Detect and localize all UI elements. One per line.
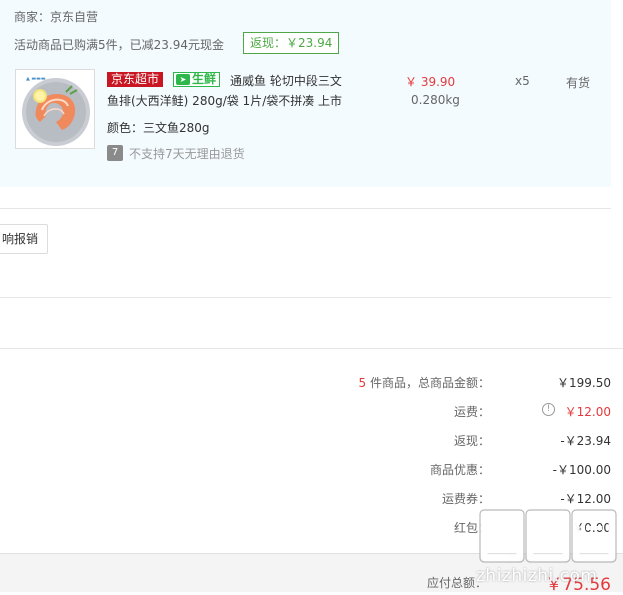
salmon-steak-photo: ▲ ▬▬▬ [16, 70, 94, 148]
shipping-label: 运费： [453, 405, 490, 419]
info-icon[interactable]: ! [542, 403, 555, 416]
product-thumbnail[interactable]: ▲ ▬▬▬ [15, 69, 95, 149]
divider [0, 208, 611, 209]
stock-status: 有货 [566, 76, 591, 90]
goods-count-suffix: 件商品，总商品金额： [366, 376, 490, 390]
product-weight: 0.280kg [411, 93, 460, 107]
product-color: 颜色：三文鱼280g [107, 121, 210, 135]
fresh-tag-label: 生鲜 [192, 72, 217, 86]
no-return-icon: 7 [107, 145, 123, 161]
goods-total-value: ￥199.50 [557, 376, 611, 390]
divider [0, 297, 611, 298]
cashback-value: -￥23.94 [560, 434, 611, 448]
divider [0, 348, 623, 349]
cashback-badge: 返现：￥23.94 [243, 32, 340, 54]
product-quantity: x5 [515, 74, 530, 88]
shipping-coupon-value: -￥12.00 [560, 492, 611, 506]
goods-count-label: 5 件商品，总商品金额： [359, 374, 490, 391]
return-policy-text: 不支持7天无理由退货 [129, 147, 245, 161]
seller-label: 商家：京东自营 [14, 10, 99, 24]
watermark-site-text: zhizhizhi.com [476, 566, 598, 586]
cashback-label: 返现： [453, 434, 490, 448]
redpacket-value: ￥0.00 [572, 521, 611, 535]
product-price: ￥ 39.90 [405, 75, 456, 89]
expense-reimburse-button[interactable]: 响报销 [0, 224, 48, 254]
promo-text: 活动商品已购满5件，已减23.94元现金 [14, 38, 224, 52]
jd-supermarket-tag: 京东超市 [107, 72, 164, 87]
discount-value: -￥100.00 [552, 463, 611, 477]
shipping-coupon-label: 运费券： [441, 492, 490, 506]
shipping-value: ￥12.00 [564, 405, 611, 419]
product-title-line1[interactable]: 通威鱼 轮切中段三文 [230, 72, 342, 89]
svg-text:▲ ▬▬▬: ▲ ▬▬▬ [26, 76, 46, 82]
redpacket-label: 红包： [453, 521, 490, 535]
product-title-line2[interactable]: 鱼排(大西洋鲑) 280g/袋 1片/袋不拼凑 上市 [107, 92, 342, 109]
fresh-leaf-icon: ➤ [176, 74, 190, 85]
discount-label: 商品优惠： [429, 463, 490, 477]
fresh-tag: ➤ 生鲜 [173, 72, 221, 87]
